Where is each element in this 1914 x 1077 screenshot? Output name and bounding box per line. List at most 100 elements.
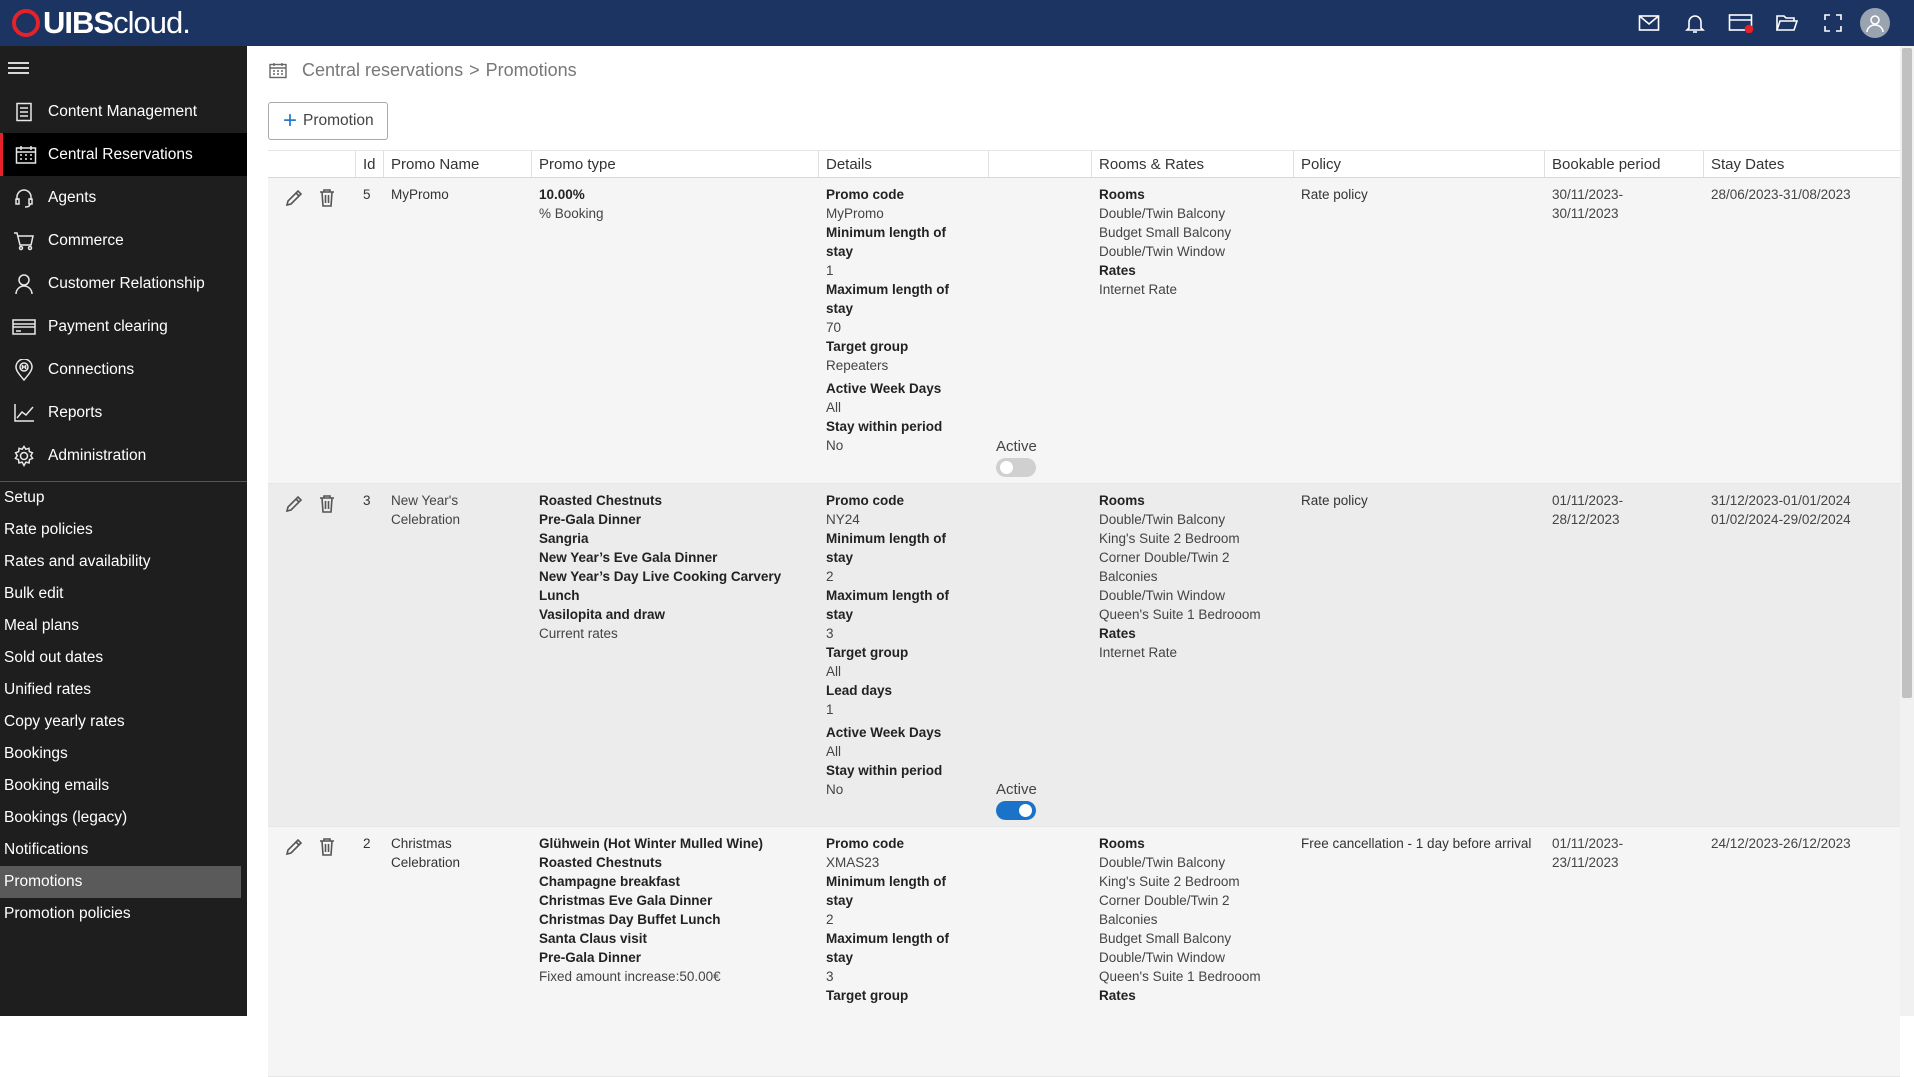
- mail-icon[interactable]: [1626, 0, 1672, 46]
- rates-label: Rates: [1099, 988, 1136, 1003]
- promo-type-note: Current rates: [539, 626, 618, 641]
- nav-label: Administration: [48, 446, 147, 464]
- submenu-sold-out-dates[interactable]: Sold out dates: [0, 642, 247, 674]
- submenu-bookings-legacy[interactable]: Bookings (legacy): [0, 802, 247, 834]
- table-header: Id Promo Name Promo type Details Rooms &…: [268, 150, 1900, 178]
- nav-central-reservations[interactable]: Central Reservations: [0, 133, 247, 176]
- calendar-icon: [3, 145, 48, 165]
- details-value: All: [826, 664, 842, 679]
- details-label: Maximum length of: [826, 282, 950, 297]
- header-bookable-period[interactable]: Bookable period: [1544, 151, 1703, 177]
- nav-reports[interactable]: Reports: [0, 391, 247, 434]
- folder-open-icon[interactable]: [1764, 0, 1810, 46]
- room-item: Queen's Suite 1 Bedrooom: [1099, 607, 1261, 622]
- submenu-rates-and-availability[interactable]: Rates and availability: [0, 546, 247, 578]
- cell-policy: Rate policy: [1301, 493, 1368, 508]
- header-active: [988, 151, 1091, 177]
- add-promotion-button[interactable]: + Promotion: [268, 102, 388, 140]
- cell-active: Active: [988, 484, 1091, 826]
- cell-details: Promo code MyPromo Minimum length of sta…: [818, 178, 988, 483]
- delete-trash-icon[interactable]: [318, 494, 336, 514]
- room-item: Double/Twin Balcony: [1099, 855, 1226, 870]
- submenu-booking-emails[interactable]: Booking emails: [0, 770, 247, 802]
- chart-line-icon: [0, 403, 48, 423]
- account-icon[interactable]: [1860, 8, 1890, 38]
- bookable-from: 01/11/2023-: [1552, 836, 1624, 851]
- submenu-meal-plans[interactable]: Meal plans: [0, 610, 247, 642]
- promo-type-item: Christmas Day Buffet Lunch: [539, 912, 721, 927]
- nav-commerce[interactable]: Commerce: [0, 219, 247, 262]
- submenu-promotions[interactable]: Promotions: [0, 866, 241, 898]
- nav-agents[interactable]: Agents: [0, 176, 247, 219]
- hamburger-menu-icon[interactable]: [0, 46, 247, 90]
- cell-rooms-rates: Rooms Double/Twin Balcony King's Suite 2…: [1091, 484, 1293, 826]
- submenu-bookings[interactable]: Bookings: [0, 738, 247, 770]
- nav-label: Reports: [48, 403, 103, 421]
- details-value: 3: [826, 969, 834, 984]
- room-item: Double/Twin Window: [1099, 950, 1226, 965]
- submenu-unified-rates[interactable]: Unified rates: [0, 674, 247, 706]
- delete-trash-icon[interactable]: [318, 188, 336, 208]
- header-promo-type[interactable]: Promo type: [531, 151, 818, 177]
- details-value: 2: [826, 569, 834, 584]
- card-alert-icon[interactable]: [1718, 0, 1764, 46]
- nav-label: Agents: [48, 188, 97, 206]
- submenu-copy-yearly-rates[interactable]: Copy yearly rates: [0, 706, 247, 738]
- edit-pencil-icon[interactable]: [284, 188, 304, 208]
- rate-item: Internet Rate: [1099, 645, 1178, 660]
- promo-name-line: Celebration: [391, 512, 461, 527]
- promo-type-item: Santa Claus visit: [539, 931, 648, 946]
- cell-id: 2: [363, 836, 371, 851]
- cell-promo-name: MyPromo: [391, 187, 449, 202]
- cell-stay-dates: 28/06/2023-31/08/2023: [1703, 178, 1900, 483]
- edit-pencil-icon[interactable]: [284, 494, 304, 514]
- edit-pencil-icon[interactable]: [284, 837, 304, 857]
- bell-icon[interactable]: [1672, 0, 1718, 46]
- breadcrumb-section[interactable]: Central reservations: [302, 60, 463, 81]
- cell-promo-name: Christmas Celebration: [391, 836, 461, 870]
- fullscreen-icon[interactable]: [1810, 0, 1856, 46]
- logo-ring-icon: [12, 9, 40, 37]
- submenu-rate-policies[interactable]: Rate policies: [0, 514, 247, 546]
- active-toggle[interactable]: [996, 458, 1036, 477]
- details-label: Stay within period: [826, 419, 943, 434]
- cell-details: Promo code XMAS23 Minimum length of stay…: [818, 827, 988, 1076]
- promo-name-line: New Year's: [391, 493, 459, 508]
- nav-label: Commerce: [48, 231, 124, 249]
- user-icon: [0, 273, 48, 295]
- details-label: Maximum length of: [826, 931, 950, 946]
- submenu-bulk-edit[interactable]: Bulk edit: [0, 578, 247, 610]
- uibs-cloud-logo[interactable]: UIBS cloud.: [12, 5, 191, 41]
- nav-administration[interactable]: Administration: [0, 434, 247, 477]
- details-value: NY24: [826, 512, 860, 527]
- cell-id: 5: [363, 187, 371, 202]
- cell-promo-name: New Year's Celebration: [383, 484, 531, 826]
- room-item: Budget Small Balcony: [1099, 931, 1232, 946]
- plus-icon: +: [283, 107, 298, 134]
- submenu-setup[interactable]: Setup: [0, 482, 247, 514]
- header-promo-name[interactable]: Promo Name: [383, 151, 531, 177]
- details-value: No: [826, 782, 844, 797]
- header-id[interactable]: Id: [355, 151, 383, 177]
- cell-id: 3: [363, 493, 371, 508]
- delete-trash-icon[interactable]: [318, 837, 336, 857]
- details-label: Promo code: [826, 836, 905, 851]
- active-toggle[interactable]: [996, 801, 1036, 820]
- document-icon: [0, 102, 48, 122]
- header-policy[interactable]: Policy: [1293, 151, 1544, 177]
- details-value: 2: [826, 912, 834, 927]
- nav-content-management[interactable]: Content Management: [0, 90, 247, 133]
- details-label: Target group: [826, 988, 909, 1003]
- cell-active: Active: [988, 178, 1091, 483]
- nav-connections[interactable]: Connections: [0, 348, 247, 391]
- header-rooms-rates[interactable]: Rooms & Rates: [1091, 151, 1293, 177]
- scrollbar-thumb[interactable]: [1902, 48, 1912, 698]
- submenu-promotion-policies[interactable]: Promotion policies: [0, 898, 247, 930]
- nav-customer-relationship[interactable]: Customer Relationship: [0, 262, 247, 305]
- submenu-notifications[interactable]: Notifications: [0, 834, 247, 866]
- nav-payment-clearing[interactable]: Payment clearing: [0, 305, 247, 348]
- header-stay-dates[interactable]: Stay Dates: [1703, 151, 1900, 177]
- header-details[interactable]: Details: [818, 151, 988, 177]
- cell-bookable-period: 01/11/2023- 23/11/2023: [1544, 827, 1703, 1076]
- details-label: Promo code: [826, 493, 905, 508]
